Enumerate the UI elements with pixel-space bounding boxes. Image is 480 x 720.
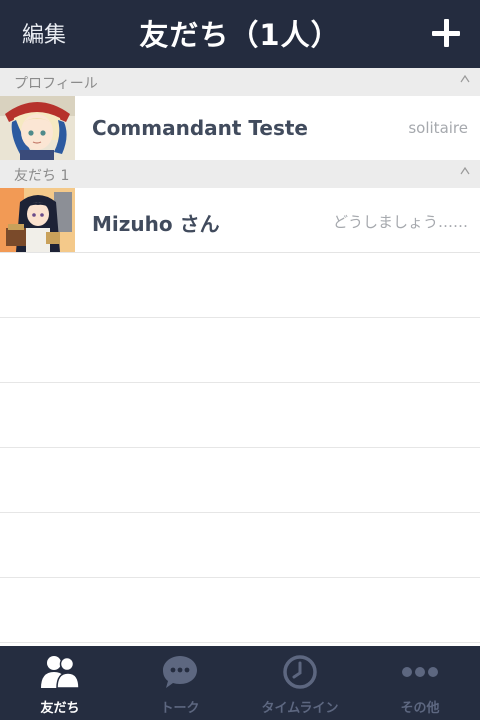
plus-icon[interactable] [432,19,460,47]
clock-icon [280,654,320,690]
tab-bar: 友だち トーク タイムライン その他 [0,646,480,720]
tab-label: その他 [400,701,440,716]
empty-list-row [0,513,480,578]
friend-row[interactable]: Mizuho さん どうしましょう…… [0,188,480,253]
section-label: 友だち 1 [14,168,70,184]
empty-list-row [0,253,480,318]
profile-avatar[interactable] [0,96,75,160]
header-bar: 編集 友だち（1人） [0,0,480,68]
tab-label: トーク [160,701,200,716]
chat-bubble-icon [160,654,200,690]
empty-list-row [0,448,480,513]
tab-label: 友だち [40,701,80,716]
empty-list-row [0,383,480,448]
tab-talk[interactable]: トーク [120,646,240,720]
page-title: 友だち（1人） [139,18,341,52]
profile-status: solitaire [408,119,468,137]
profile-name: Commandant Teste [92,116,308,140]
section-label: プロフィール [14,76,98,92]
friend-status: どうしましょう…… [332,213,468,231]
friend-avatar[interactable] [0,188,75,252]
collapse-caret-icon[interactable] [460,166,470,176]
tab-more[interactable]: その他 [360,646,480,720]
section-header-profile[interactable]: プロフィール [0,68,480,96]
friends-icon [40,654,80,690]
tab-friends[interactable]: 友だち [0,646,120,720]
collapse-caret-icon[interactable] [460,74,470,84]
tab-timeline[interactable]: タイムライン [240,646,360,720]
friend-name: Mizuho さん [92,212,220,236]
section-header-friends[interactable]: 友だち 1 [0,160,480,188]
empty-list-row [0,578,480,643]
profile-row[interactable]: Commandant Teste solitaire [0,96,480,161]
tab-label: タイムライン [261,701,339,716]
empty-list-row [0,318,480,383]
more-dots-icon [400,654,440,690]
